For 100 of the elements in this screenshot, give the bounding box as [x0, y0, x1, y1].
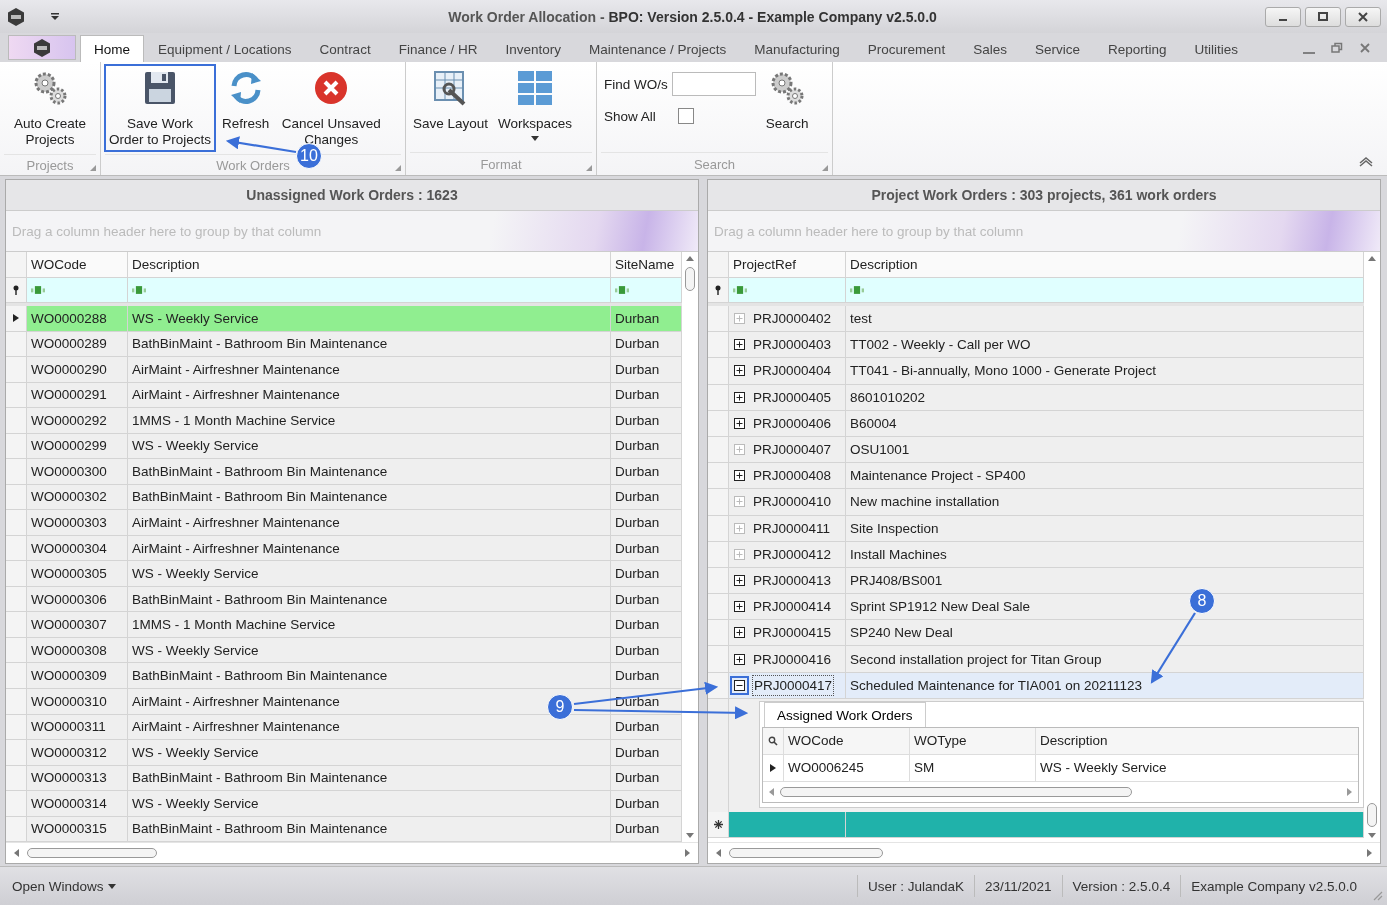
table-row[interactable]: PRJ0000406 B60004: [708, 410, 1364, 437]
expand-icon[interactable]: [734, 627, 745, 639]
collapse-icon[interactable]: [734, 679, 745, 691]
column-header[interactable]: WOType: [910, 727, 1036, 754]
column-header[interactable]: WOCode: [27, 252, 128, 278]
table-row[interactable]: PRJ0000413 PRJ408/BS001: [708, 567, 1364, 595]
table-row[interactable]: WO0000314 WS - Weekly Service Durban: [6, 791, 682, 817]
search-icon[interactable]: [768, 735, 778, 746]
table-row[interactable]: PRJ0000412 Install Machines: [708, 541, 1364, 568]
table-row[interactable]: WO0000306 BathBinMaint - Bathroom Bin Maintenance Durban: [6, 586, 682, 613]
ribbon-tab[interactable]: Manufacturing: [740, 35, 854, 62]
expand-corner-icon[interactable]: [822, 165, 828, 171]
table-row[interactable]: PRJ0000405 8601010202: [708, 384, 1364, 411]
application-menu-button[interactable]: [8, 35, 76, 60]
text-filter-icon[interactable]: [31, 286, 45, 294]
table-row[interactable]: WO0000309 BathBinMaint - Bathroom Bin Maintenance Durban: [6, 663, 682, 689]
expand-icon[interactable]: [734, 365, 745, 377]
text-filter-icon[interactable]: [132, 286, 146, 294]
table-row[interactable]: WO0006245 SM WS - Weekly Service: [763, 754, 1358, 782]
table-row[interactable]: WO0000292 1MMS - 1 Month Machine Service Durban: [6, 408, 682, 434]
ribbon-tab[interactable]: Finance / HR: [384, 35, 492, 62]
scroll-up-icon[interactable]: [1368, 256, 1376, 261]
ribbon-tab[interactable]: Procurement: [853, 35, 960, 62]
expand-icon[interactable]: [734, 417, 745, 429]
ribbon-tab[interactable]: Sales: [959, 35, 1021, 62]
table-row[interactable]: WO0000312 WS - Weekly Service Durban: [6, 740, 682, 766]
close-button[interactable]: [1345, 6, 1381, 27]
table-row[interactable]: PRJ0000403 TT002 - Weekly - Call per WO: [708, 332, 1364, 359]
table-row[interactable]: PRJ0000417 Scheduled Maintenance for TIA001 on 20211123: [708, 672, 1364, 699]
ribbon-tab[interactable]: Maintenance / Projects: [574, 35, 741, 62]
table-row[interactable]: WO0000307 1MMS - 1 Month Machine Service Durban: [6, 612, 682, 638]
maximize-button[interactable]: [1305, 6, 1341, 27]
resize-grip-icon[interactable]: [1371, 889, 1383, 901]
table-row[interactable]: WO0000290 AirMaint - Airfreshner Maintenance Durban: [6, 357, 682, 383]
expand-icon[interactable]: [734, 470, 745, 482]
column-header[interactable]: SiteName: [611, 252, 682, 278]
expand-icon[interactable]: [734, 339, 745, 351]
expand-corner-icon[interactable]: [586, 165, 592, 171]
find-field[interactable]: [671, 72, 756, 96]
table-row[interactable]: WO0000299 WS - Weekly Service Durban: [6, 433, 682, 460]
table-row[interactable]: PRJ0000408 Maintenance Project - SP400: [708, 463, 1364, 490]
scroll-right-icon[interactable]: [1367, 849, 1372, 857]
table-row[interactable]: PRJ0000410 New machine installation: [708, 489, 1364, 516]
expand-corner-icon[interactable]: [395, 165, 401, 171]
scroll-right-icon[interactable]: [1347, 787, 1352, 796]
scroll-left-icon[interactable]: [14, 849, 19, 857]
checkbox[interactable]: [677, 108, 694, 124]
table-row[interactable]: PRJ0000416 Second installation project for Titan Group: [708, 646, 1364, 673]
scrollbar-thumb[interactable]: [729, 848, 883, 858]
table-row[interactable]: WO0000291 AirMaint - Airfreshner Maintenance Durban: [6, 382, 682, 409]
quick-access-caret-icon[interactable]: [50, 12, 60, 21]
ribbon-tab[interactable]: Reporting: [1093, 35, 1181, 62]
close-icon[interactable]: [1359, 42, 1371, 54]
expand-icon[interactable]: [734, 574, 745, 586]
scroll-left-icon[interactable]: [769, 787, 774, 796]
ribbon-tab[interactable]: Home: [80, 35, 144, 62]
ribbon-tab[interactable]: Equipment / Locations: [144, 35, 306, 62]
table-row[interactable]: WO0000308 WS - Weekly Service Durban: [6, 637, 682, 664]
detail-tab[interactable]: Assigned Work Orders: [764, 701, 926, 727]
ribbon-button[interactable]: Search: [761, 64, 813, 136]
table-row[interactable]: WO0000302 BathBinMaint - Bathroom Bin Maintenance Durban: [6, 484, 682, 511]
table-row[interactable]: WO0000311 AirMaint - Airfreshner Maintenance Durban: [6, 714, 682, 741]
table-row[interactable]: PRJ0000402 test: [708, 306, 1364, 333]
ribbon-button[interactable]: Refresh: [218, 64, 274, 136]
table-row[interactable]: WO0000288 WS - Weekly Service Durban: [6, 306, 682, 332]
ribbon-button[interactable]: Workspaces: [494, 64, 577, 145]
text-filter-icon[interactable]: [615, 286, 629, 294]
expand-icon[interactable]: [734, 391, 745, 403]
table-row[interactable]: PRJ0000404 TT041 - Bi-annually, Mono 1000 - Generate Project: [708, 358, 1364, 385]
ribbon-tab[interactable]: Service: [1020, 35, 1094, 62]
scroll-up-icon[interactable]: [686, 256, 694, 261]
minimize-button[interactable]: [1265, 6, 1301, 27]
scroll-left-icon[interactable]: [716, 849, 721, 857]
scrollbar-thumb[interactable]: [1367, 803, 1377, 827]
expand-icon[interactable]: [734, 601, 745, 613]
table-row[interactable]: WO0000289 BathBinMaint - Bathroom Bin Maintenance Durban: [6, 331, 682, 358]
app-logo-icon[interactable]: [6, 6, 26, 27]
table-row[interactable]: PRJ0000415 SP240 New Deal: [708, 620, 1364, 647]
expand-corner-icon[interactable]: [90, 165, 96, 171]
table-row[interactable]: WO0000315 BathBinMaint - Bathroom Bin Maintenance Durban: [6, 816, 682, 842]
ribbon-tab[interactable]: Contract: [305, 35, 385, 62]
column-header[interactable]: Description: [846, 252, 1364, 278]
expand-icon[interactable]: [734, 653, 745, 665]
ribbon-button[interactable]: Save Layout: [409, 64, 493, 136]
table-row[interactable]: WO0000305 WS - Weekly Service Durban: [6, 561, 682, 587]
collapse-ribbon-icon[interactable]: [1359, 157, 1373, 167]
open-windows-button[interactable]: Open Windows: [0, 878, 128, 894]
ribbon-button[interactable]: Save Work Order to Projects: [104, 64, 216, 152]
text-filter-icon[interactable]: [733, 286, 747, 294]
table-row[interactable]: WO0000300 BathBinMaint - Bathroom Bin Maintenance Durban: [6, 459, 682, 485]
ribbon-button[interactable]: Auto Create Projects: [3, 64, 97, 152]
scrollbar-thumb[interactable]: [780, 786, 1132, 797]
text-filter-icon[interactable]: [850, 286, 864, 294]
scroll-down-icon[interactable]: [686, 833, 694, 838]
scrollbar-thumb[interactable]: [27, 848, 157, 858]
column-header[interactable]: ProjectRef: [729, 252, 846, 278]
column-header[interactable]: Description: [128, 252, 611, 278]
table-row[interactable]: PRJ0000407 OSU1001: [708, 436, 1364, 464]
table-row[interactable]: WO0000303 AirMaint - Airfreshner Maintenance Durban: [6, 510, 682, 536]
new-item-row[interactable]: [708, 811, 1364, 838]
